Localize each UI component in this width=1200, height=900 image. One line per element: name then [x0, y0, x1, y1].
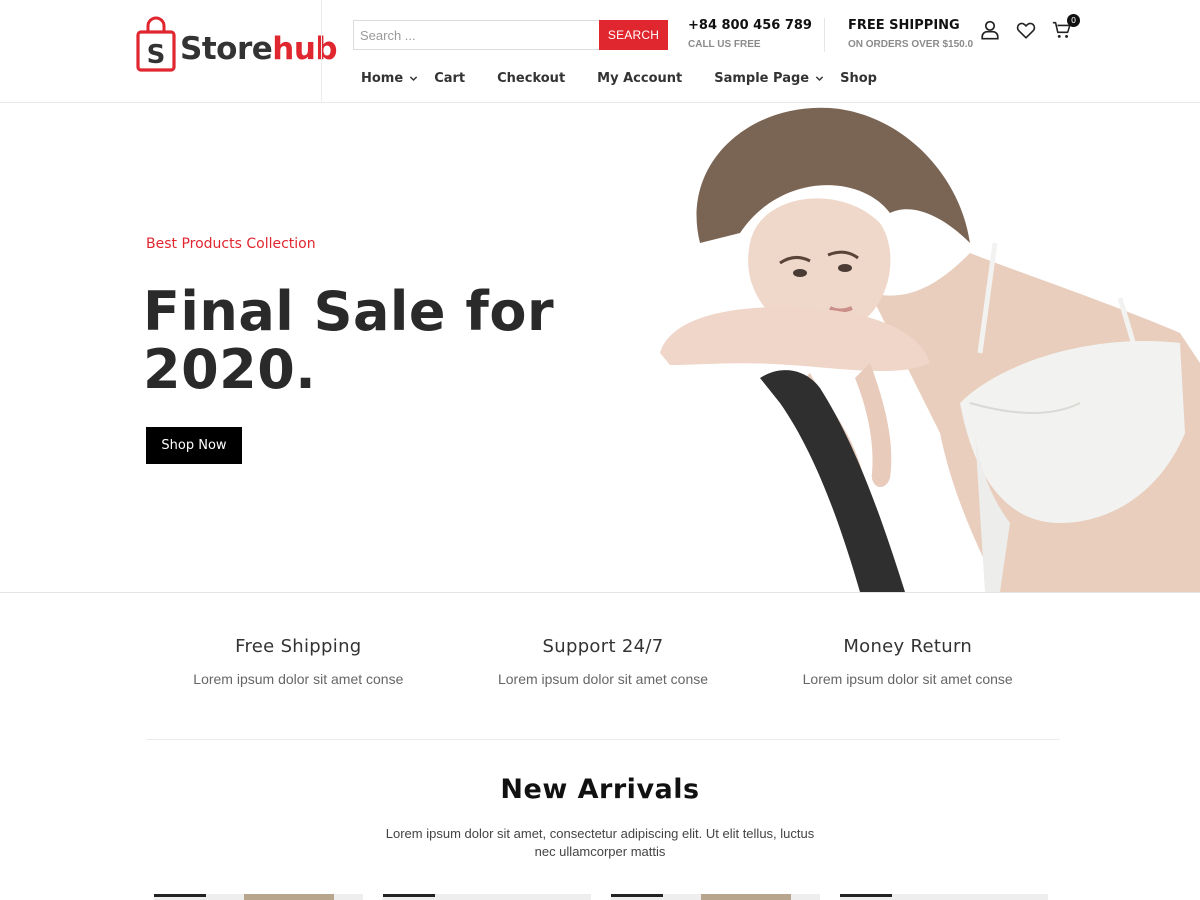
logo-text-part2: hub [272, 31, 338, 67]
account-button[interactable] [978, 18, 1002, 42]
cart-button[interactable]: 0 [1050, 14, 1080, 42]
nav-item-label: My Account [597, 70, 683, 86]
product-card[interactable] [839, 894, 1048, 900]
feature-support: Support 24/7 Lorem ipsum dolor sit amet … [451, 636, 756, 687]
user-icon [981, 20, 999, 40]
search-form: SEARCH [353, 20, 668, 50]
nav-item-label: Home [361, 70, 404, 86]
feature-free-shipping: Free Shipping Lorem ipsum dolor sit amet… [146, 636, 451, 687]
contact-info: +84 800 456 789 CALL US FREE [688, 18, 812, 50]
product-tag [839, 894, 892, 897]
search-button[interactable]: SEARCH [599, 20, 668, 50]
cart-count-badge: 0 [1067, 14, 1080, 27]
product-tag [154, 894, 206, 897]
new-arrivals-title: New Arrivals [500, 774, 700, 805]
feature-title: Support 24/7 [542, 636, 664, 657]
contact-separator [824, 18, 825, 52]
product-image [244, 894, 334, 900]
nav-item-sample-page[interactable]: Sample Page [714, 71, 824, 86]
feature-money-return: Money Return Lorem ipsum dolor sit amet … [755, 636, 1060, 687]
product-image [701, 894, 791, 900]
nav-item-label: Cart [434, 70, 466, 86]
nav-item-label: Checkout [497, 70, 566, 86]
feature-text: Lorem ipsum dolor sit amet conse [497, 671, 709, 687]
site-header: S Storehub SEARCH +84 800 456 789 CALL U… [0, 0, 1200, 103]
feature-text: Lorem ipsum dolor sit amet conse [802, 671, 1013, 687]
product-tag [382, 894, 435, 897]
product-tag [611, 894, 663, 897]
logo-text: Storehub [180, 31, 338, 67]
nav-item-checkout[interactable]: Checkout [497, 71, 565, 86]
features-row: Free Shipping Lorem ipsum dolor sit amet… [146, 636, 1060, 687]
contact-phone: +84 800 456 789 [688, 18, 812, 33]
hero-bottom-divider [0, 592, 1200, 593]
nav-item-shop[interactable]: Shop [840, 71, 877, 86]
search-input[interactable] [353, 20, 599, 50]
header-icons: 0 [978, 14, 1080, 42]
nav-item-cart[interactable]: Cart [434, 71, 465, 86]
shop-now-button[interactable]: Shop Now [146, 427, 242, 464]
feature-text: Lorem ipsum dolor sit amet conse [193, 671, 404, 687]
main-nav: Home Cart Checkout My Account Sample Pag… [361, 68, 877, 88]
product-card[interactable] [382, 894, 591, 900]
nav-item-home[interactable]: Home [361, 71, 418, 86]
shipping-title: FREE SHIPPING [848, 18, 960, 33]
chevron-down-icon [410, 75, 418, 81]
nav-item-label: Shop [840, 70, 877, 86]
heart-icon [1016, 22, 1036, 39]
hero-title: Final Sale for 2020. [143, 280, 555, 401]
hero-kicker: Best Products Collection [146, 236, 316, 252]
logo-text-part1: Store [180, 31, 273, 67]
nav-item-label: Sample Page [714, 70, 810, 86]
feature-title: Money Return [843, 636, 973, 657]
product-card[interactable] [154, 894, 363, 900]
shopping-bag-logo-icon: S [136, 16, 176, 72]
new-arrivals-description: Lorem ipsum dolor sit amet, consectetur … [385, 826, 815, 859]
site-logo[interactable]: S Storehub [136, 16, 338, 76]
features-divider [146, 739, 1060, 740]
wishlist-button[interactable] [1014, 18, 1038, 42]
logo-bag-letter: S [147, 40, 166, 70]
feature-title: Free Shipping [235, 636, 362, 657]
chevron-down-icon [815, 75, 824, 81]
hero-model-image [660, 107, 1200, 592]
product-card[interactable] [611, 894, 820, 900]
nav-item-my-account[interactable]: My Account [597, 71, 682, 86]
product-grid [154, 894, 1048, 900]
shipping-info: FREE SHIPPING ON ORDERS OVER $150.0 [848, 18, 973, 50]
shipping-caption: ON ORDERS OVER $150.0 [848, 39, 974, 50]
hero-banner: Best Products Collection Final Sale for … [0, 103, 1200, 592]
header-divider [321, 0, 322, 102]
contact-caption: CALL US FREE [688, 39, 761, 50]
